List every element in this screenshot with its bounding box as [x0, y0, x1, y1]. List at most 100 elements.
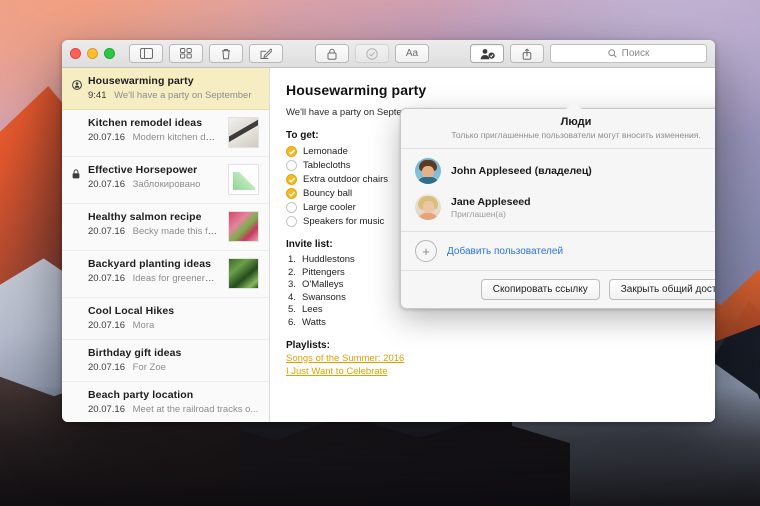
- format-label: Aa: [405, 48, 419, 59]
- note-preview: Meet at the railroad tracks o...: [132, 404, 259, 415]
- sidebar-icon: [139, 48, 153, 59]
- search-placeholder: Поиск: [621, 48, 650, 59]
- person-name: John Appleseed (владелец): [451, 165, 592, 177]
- person-row[interactable]: John Appleseed (владелец): [401, 153, 715, 189]
- note-date: 20.07.16: [88, 273, 125, 284]
- checklist-button[interactable]: [355, 44, 389, 63]
- avatar: [415, 194, 441, 220]
- compose-note-button[interactable]: [249, 44, 283, 63]
- lock-icon: [327, 48, 337, 60]
- playlist-link[interactable]: Songs of the Summer: 2016: [286, 353, 699, 364]
- playlists-heading: Playlists:: [286, 339, 330, 351]
- note-subtitle: 9:41 We'll have a party on September: [88, 90, 259, 101]
- person-name: Jane Appleseed: [451, 195, 531, 208]
- note-subtitle: 20.07.16 Mora: [88, 320, 259, 331]
- note-date: 20.07.16: [88, 179, 125, 190]
- note-list[interactable]: Housewarming party 9:41 We'll have a par…: [62, 68, 270, 422]
- format-button[interactable]: Aa: [395, 44, 429, 63]
- list-item-text: Beach party location 20.07.16 Meet at th…: [88, 389, 259, 415]
- grid-view-button[interactable]: [169, 44, 203, 63]
- add-people-label[interactable]: Добавить пользователей: [447, 246, 563, 257]
- list-item[interactable]: Cool Local Hikes 20.07.16 Mora: [62, 298, 269, 340]
- traffic-lights: [70, 48, 115, 59]
- zoom-button[interactable]: [104, 48, 115, 59]
- list-item[interactable]: Backyard planting ideas 20.07.16 Ideas f…: [62, 251, 269, 298]
- note-preview: For Zoe: [132, 362, 166, 373]
- copy-link-button[interactable]: Скопировать ссылку: [480, 279, 600, 300]
- notes-window: Aa Поиск Housewarming party 9:41 We'll h…: [62, 40, 715, 422]
- checkbox-checked-icon[interactable]: [286, 146, 297, 157]
- checkbox-checked-icon[interactable]: [286, 188, 297, 199]
- note-date: 20.07.16: [88, 404, 125, 415]
- no-icon: [72, 305, 83, 307]
- list-item[interactable]: Healthy salmon recipe 20.07.16 Becky mad…: [62, 204, 269, 251]
- checklist-label: Tablecloths: [303, 160, 351, 171]
- sidebar-toggle-button[interactable]: [129, 44, 163, 63]
- compose-icon: [260, 47, 272, 59]
- window-titlebar: Aa Поиск: [62, 40, 715, 68]
- search-icon: [607, 49, 617, 58]
- search-field[interactable]: Поиск: [550, 44, 707, 63]
- note-preview: Заблокировано: [132, 179, 201, 190]
- checkbox-unchecked-icon[interactable]: [286, 216, 297, 227]
- note-date: 20.07.16: [88, 362, 125, 373]
- checkbox-unchecked-icon[interactable]: [286, 202, 297, 213]
- list-item-text: Birthday gift ideas 20.07.16 For Zoe: [88, 347, 259, 373]
- check-circle-icon: [366, 47, 378, 60]
- delete-button[interactable]: [209, 44, 243, 63]
- list-item-text: Effective Horsepower 20.07.16 Заблокиров…: [88, 164, 219, 190]
- popover-subtitle: Только приглашенные пользователи могут в…: [451, 130, 701, 140]
- note-title: Birthday gift ideas: [88, 347, 182, 359]
- close-button[interactable]: [70, 48, 81, 59]
- list-item[interactable]: Effective Horsepower 20.07.16 Заблокиров…: [62, 157, 269, 204]
- list-item[interactable]: Kitchen remodel ideas 20.07.16 Modern ki…: [62, 110, 269, 157]
- share-button[interactable]: [510, 44, 544, 63]
- note-date: 20.07.16: [88, 132, 125, 143]
- checkbox-unchecked-icon[interactable]: [286, 160, 297, 171]
- checklist-label: Extra outdoor chairs: [303, 174, 389, 185]
- no-icon: [72, 117, 83, 119]
- share-icon: [522, 48, 532, 60]
- note-detail-title: Housewarming party: [286, 82, 427, 98]
- list-item-text: Cool Local Hikes 20.07.16 Mora: [88, 305, 259, 331]
- minimize-button[interactable]: [87, 48, 98, 59]
- list-item-text: Backyard planting ideas 20.07.16 Ideas f…: [88, 258, 219, 284]
- playlist-link[interactable]: I Just Want to Celebrate: [286, 366, 699, 377]
- checklist-label: Speakers for music: [303, 216, 385, 227]
- note-title: Beach party location: [88, 389, 194, 401]
- stop-sharing-button[interactable]: Закрыть общий доступ: [608, 279, 715, 300]
- note-title: Housewarming party: [88, 75, 194, 87]
- note-thumbnail: [228, 117, 259, 148]
- popover-footer: Скопировать ссылку Закрыть общий доступ: [401, 270, 715, 308]
- plus-icon[interactable]: +: [415, 240, 437, 262]
- lock-note-button[interactable]: [315, 44, 349, 63]
- checklist-label: Bouncy ball: [303, 188, 353, 199]
- people-add-icon: [480, 48, 495, 59]
- note-preview: Becky made this for us...: [132, 226, 219, 237]
- popover-header: Люди Только приглашенные пользователи мо…: [401, 109, 715, 149]
- share-people-button[interactable]: [470, 44, 504, 63]
- no-icon: [72, 389, 83, 391]
- note-subtitle: 20.07.16 Ideas for greenery in t...: [88, 273, 219, 284]
- note-preview: We'll have a party on September: [114, 90, 252, 101]
- avatar-body: [418, 213, 438, 220]
- note-subtitle: 20.07.16 Modern kitchen design...: [88, 132, 219, 143]
- note-title: Kitchen remodel ideas: [88, 117, 203, 129]
- list-item[interactable]: Beach party location 20.07.16 Meet at th…: [62, 382, 269, 422]
- trash-icon: [222, 48, 230, 59]
- note-preview: Modern kitchen design...: [132, 132, 219, 143]
- list-item-text: Housewarming party 9:41 We'll have a par…: [88, 75, 259, 101]
- no-icon: [72, 347, 83, 349]
- list-item-text: Healthy salmon recipe 20.07.16 Becky mad…: [88, 211, 219, 237]
- note-thumbnail: [228, 164, 259, 195]
- list-item[interactable]: Housewarming party 9:41 We'll have a par…: [62, 68, 269, 110]
- avatar-body: [417, 177, 439, 184]
- note-preview: Ideas for greenery in t...: [132, 273, 219, 284]
- note-subtitle: 20.07.16 Meet at the railroad tracks o..…: [88, 404, 259, 415]
- person-status: Приглашен(а): [451, 208, 506, 219]
- note-subtitle: 20.07.16 Заблокировано: [88, 179, 219, 190]
- list-item[interactable]: Birthday gift ideas 20.07.16 For Zoe: [62, 340, 269, 382]
- add-people-row[interactable]: + Добавить пользователей: [401, 231, 715, 270]
- checkbox-checked-icon[interactable]: [286, 174, 297, 185]
- person-row[interactable]: Jane Appleseed Приглашен(а): [401, 189, 715, 225]
